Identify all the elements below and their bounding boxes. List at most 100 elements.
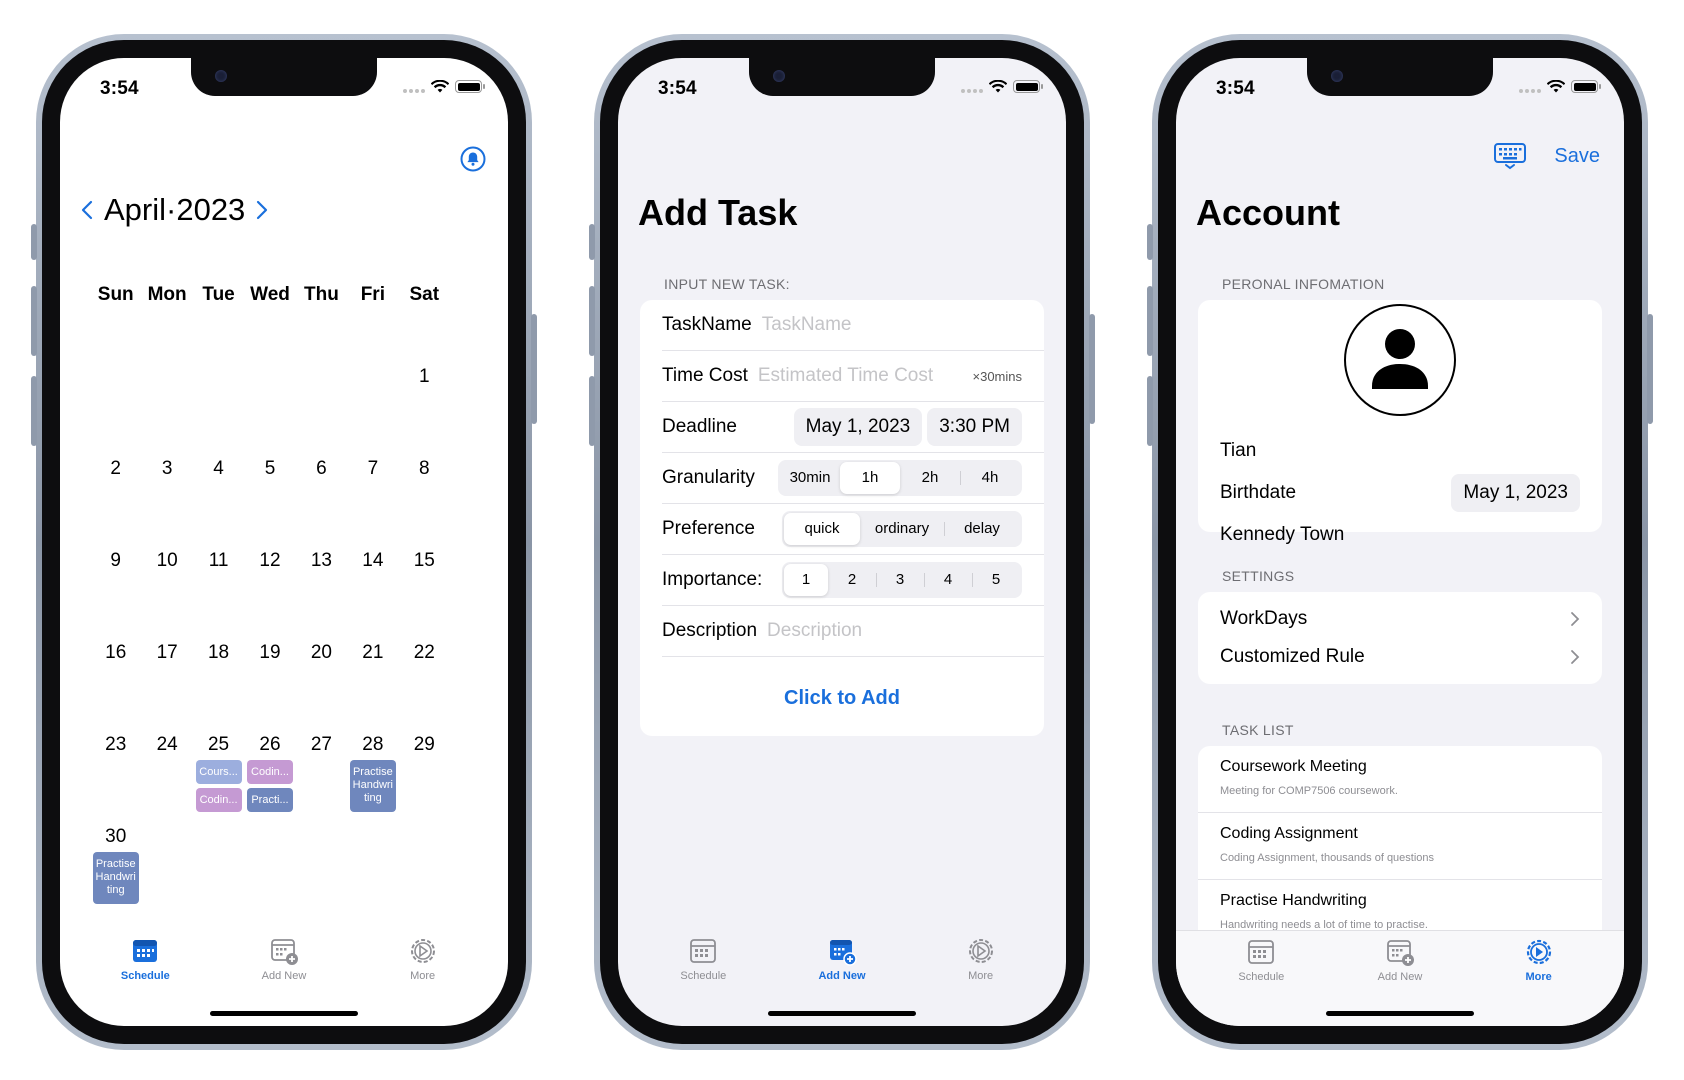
field-label: Time Cost — [662, 365, 748, 386]
field-label: Description — [662, 620, 758, 641]
list-item[interactable]: Coding Assignment Coding Assignment, tho… — [1198, 813, 1602, 880]
event-chip[interactable]: Practi... — [246, 788, 293, 812]
phone-add-task: 3:54 Add Task INPUT NEW TASK: TaskName T… — [589, 34, 1095, 1050]
calendar-day[interactable]: 2 — [90, 418, 141, 510]
segment-importance-5[interactable]: 5 — [972, 564, 1020, 596]
segment-importance-4[interactable]: 4 — [924, 564, 972, 596]
phone-schedule: 3:54 April·2023 Sun Mon Tue Wed Thu Fri … — [31, 34, 537, 1050]
section-header: INPUT NEW TASK: — [664, 276, 790, 292]
segment-ordinary[interactable]: ordinary — [860, 513, 944, 545]
prev-month-chevron-icon[interactable] — [80, 200, 94, 220]
calendar-day[interactable]: 6 — [296, 418, 347, 510]
event-chip[interactable]: Codin... — [246, 760, 293, 784]
list-item[interactable]: Coursework Meeting Meeting for COMP7506 … — [1198, 746, 1602, 813]
segment-1h[interactable]: 1h — [840, 462, 900, 494]
notification-bell-icon[interactable] — [460, 146, 486, 172]
keyboard-dismiss-icon[interactable] — [1494, 142, 1527, 170]
segment-quick[interactable]: quick — [784, 513, 860, 545]
home-indicator[interactable] — [210, 1011, 358, 1016]
avatar[interactable] — [1344, 304, 1456, 416]
segment-importance-3[interactable]: 3 — [876, 564, 924, 596]
calendar-day[interactable]: 4 — [193, 418, 244, 510]
status-time: 3:54 — [100, 78, 139, 99]
calendar-day[interactable]: 20 — [296, 602, 347, 694]
weekday-label: Sat — [409, 284, 440, 305]
settings-item-workdays[interactable]: WorkDays — [1198, 600, 1602, 638]
location-row: Kennedy Town — [1198, 514, 1602, 556]
person-icon — [1372, 329, 1428, 389]
deadline-date-picker[interactable]: May 1, 2023 — [793, 408, 923, 446]
calendar-day[interactable]: 22 — [399, 602, 450, 694]
calendar-day[interactable]: 1 — [399, 326, 450, 418]
personal-info-card: Tian Birthdate May 1, 2023 Kennedy Town — [1198, 300, 1602, 545]
time-cost-input[interactable]: Estimated Time Cost — [758, 365, 933, 387]
segment-30min[interactable]: 30min — [780, 462, 840, 494]
importance-segmented-control: 1 2 3 4 5 — [782, 562, 1022, 598]
tab-more[interactable]: More — [363, 930, 483, 1026]
calendar-day[interactable]: 27 — [296, 694, 347, 786]
calendar-day[interactable]: 23 — [90, 694, 141, 786]
field-label: Preference — [662, 518, 755, 539]
calendar-day[interactable]: 10 — [141, 510, 192, 602]
field-label: Granularity — [662, 467, 755, 488]
birthdate-row: Birthdate May 1, 2023 — [1198, 472, 1602, 514]
time-cost-row: Time Cost Estimated Time Cost ×30mins — [662, 351, 1044, 402]
task-title: Practise Handwriting — [1220, 892, 1367, 909]
tab-schedule[interactable]: Schedule — [85, 930, 205, 1026]
calendar-day[interactable]: 29 — [399, 694, 450, 786]
status-time: 3:54 — [658, 78, 697, 99]
calendar-day[interactable]: 9 — [90, 510, 141, 602]
wifi-icon — [989, 80, 1007, 93]
tab-more[interactable]: More — [1479, 931, 1599, 1026]
calendar-day[interactable]: 3 — [141, 418, 192, 510]
calendar-day[interactable]: 16 — [90, 602, 141, 694]
user-location[interactable]: Kennedy Town — [1220, 524, 1344, 546]
home-indicator[interactable] — [768, 1011, 916, 1016]
weekday-label: Fri — [360, 284, 385, 305]
calendar-day[interactable]: 28 Practise Handwri ting — [347, 694, 398, 812]
click-to-add-button[interactable]: Click to Add — [640, 657, 1044, 710]
tab-more[interactable]: More — [921, 930, 1041, 1026]
task-name-input[interactable]: TaskName — [762, 314, 852, 336]
calendar-day[interactable]: 12 — [244, 510, 295, 602]
next-month-chevron-icon[interactable] — [255, 200, 269, 220]
home-indicator[interactable] — [1326, 1011, 1474, 1016]
event-chip[interactable]: Practise Handwri ting — [92, 852, 139, 904]
calendar-day[interactable]: 15 — [399, 510, 450, 602]
calendar-add-icon — [1387, 940, 1414, 966]
calendar-day[interactable]: 18 — [193, 602, 244, 694]
save-button[interactable]: Save — [1554, 145, 1600, 168]
importance-row: Importance: 1 2 3 4 5 — [662, 555, 1044, 606]
calendar-day[interactable]: 30 Practise Handwri ting — [90, 786, 141, 904]
calendar-day[interactable]: 24 — [141, 694, 192, 786]
segment-4h[interactable]: 4h — [960, 462, 1020, 494]
deadline-time-picker[interactable]: 3:30 PM — [927, 408, 1022, 446]
calendar-day[interactable]: 13 — [296, 510, 347, 602]
description-input[interactable]: Description — [767, 620, 862, 642]
calendar-day[interactable]: 25 Cours... Codin... — [193, 694, 244, 812]
event-chip[interactable]: Cours... — [195, 760, 242, 784]
field-label: Birthdate — [1220, 482, 1297, 503]
tab-schedule[interactable]: Schedule — [643, 930, 763, 1026]
event-chip[interactable]: Codin... — [195, 788, 242, 812]
settings-item-customized-rule[interactable]: Customized Rule — [1198, 638, 1602, 676]
tab-schedule[interactable]: Schedule — [1201, 931, 1321, 1026]
birthdate-picker[interactable]: May 1, 2023 — [1451, 474, 1580, 512]
segment-importance-2[interactable]: 2 — [828, 564, 876, 596]
segment-delay[interactable]: delay — [944, 513, 1020, 545]
page-title: Add Task — [638, 192, 798, 233]
calendar-day[interactable]: 8 — [399, 418, 450, 510]
calendar-day[interactable]: 5 — [244, 418, 295, 510]
calendar-day[interactable]: 11 — [193, 510, 244, 602]
event-chip[interactable]: Practise Handwri ting — [349, 760, 396, 812]
segment-2h[interactable]: 2h — [900, 462, 960, 494]
account-screen: 3:54 Save Account PERONAL INFOMATION Tia… — [1176, 58, 1624, 1026]
calendar-day[interactable]: 14 — [347, 510, 398, 602]
calendar-day[interactable]: 17 — [141, 602, 192, 694]
user-name[interactable]: Tian — [1220, 440, 1256, 462]
calendar-day[interactable]: 7 — [347, 418, 398, 510]
segment-importance-1[interactable]: 1 — [784, 564, 828, 596]
calendar-day[interactable]: 19 — [244, 602, 295, 694]
calendar-day[interactable]: 21 — [347, 602, 398, 694]
calendar-day[interactable]: 26 Codin... Practi... — [244, 694, 295, 812]
